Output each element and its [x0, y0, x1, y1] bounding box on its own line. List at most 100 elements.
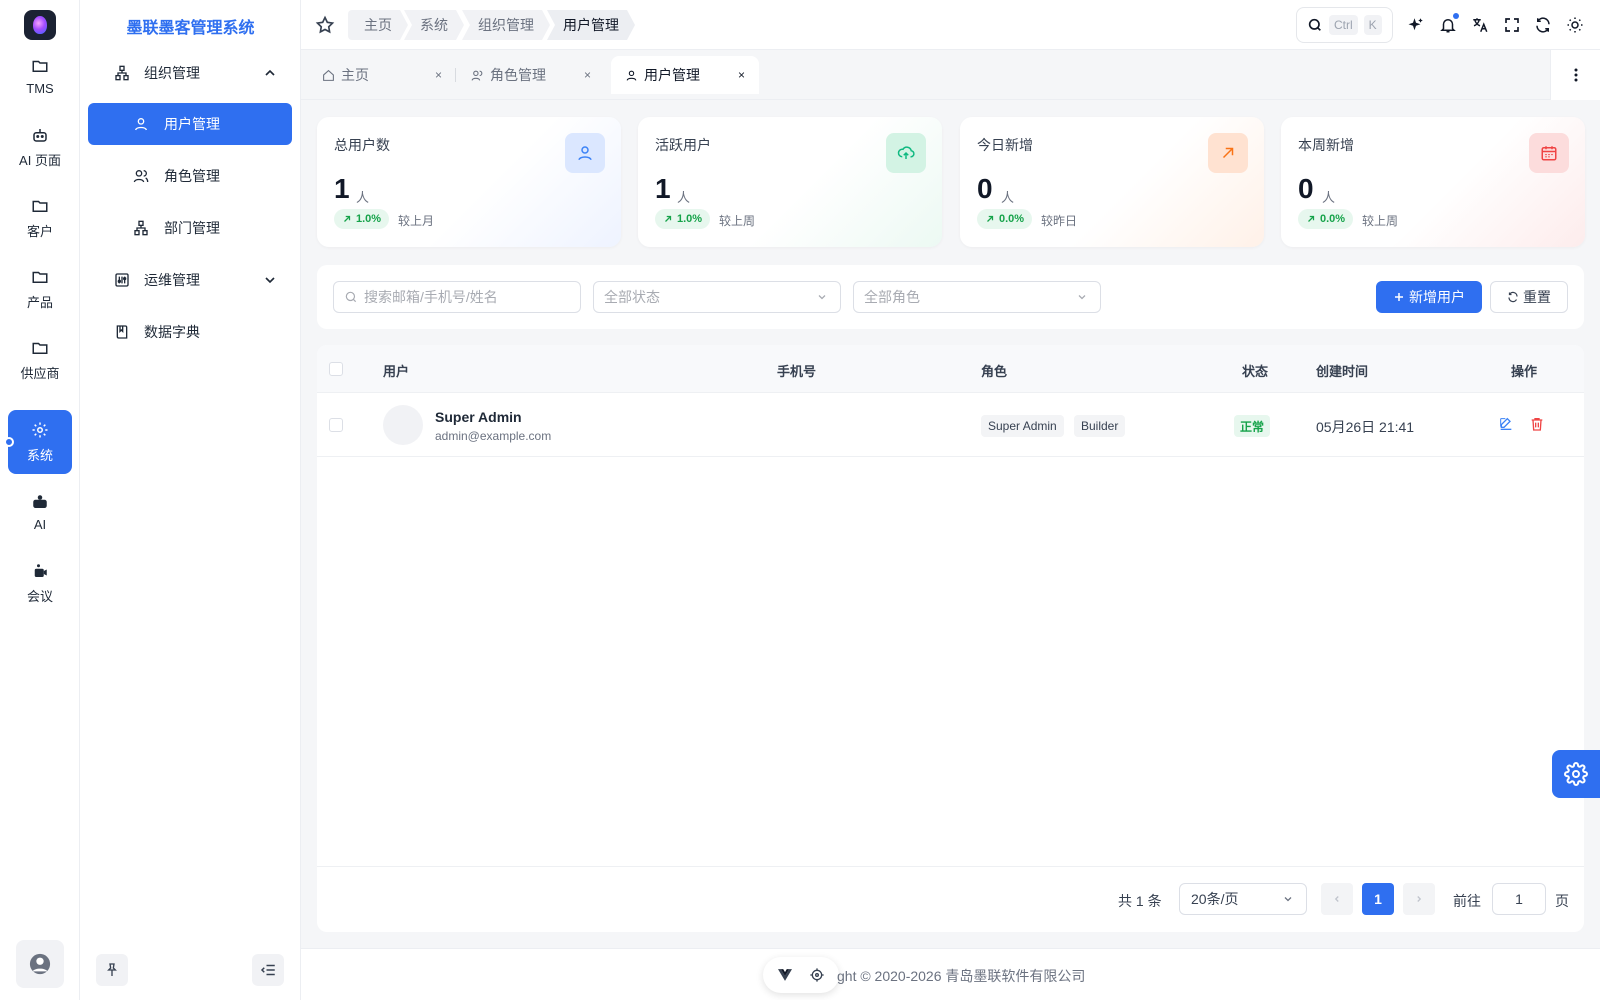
home-icon [323, 69, 334, 81]
stat-compare-label: 较昨日 [1041, 214, 1078, 228]
stat-change-badge: 0.0% [977, 209, 1033, 229]
breadcrumb-item[interactable]: 系统 [404, 10, 464, 40]
add-user-label: 新增用户 [1409, 289, 1465, 305]
rail-item-tms[interactable]: TMS [8, 44, 72, 108]
edit-button[interactable] [1498, 416, 1516, 434]
tab-user-management[interactable]: 用户管理 × [611, 56, 759, 94]
row-checkbox[interactable] [329, 418, 343, 432]
status-badge: 正常 [1234, 415, 1271, 437]
status-select[interactable]: 全部状态 [593, 281, 841, 313]
role-select[interactable]: 全部角色 [853, 281, 1101, 313]
ops-icon [115, 273, 129, 287]
menu-group-label: 组织管理 [144, 65, 200, 81]
prev-page-button[interactable] [1321, 883, 1353, 915]
menu-item-role-management[interactable]: 角色管理 [88, 155, 292, 197]
app-logo[interactable] [24, 10, 56, 40]
stat-change-value: 1.0% [677, 213, 703, 225]
pagination: 共 1 条 20条/页 1 前往 1 页 [317, 866, 1584, 932]
rail-item-supplier[interactable]: 供应商 [8, 328, 72, 392]
goto-page-input[interactable]: 1 [1492, 883, 1546, 915]
rail-item-ai[interactable]: AI [8, 480, 72, 544]
stat-value: 0 [1298, 173, 1314, 204]
page-suffix-label: 页 [1555, 893, 1569, 909]
stat-unit: 人 [1001, 190, 1015, 205]
column-header-status: 状态 [1242, 364, 1269, 379]
tab-home[interactable]: 主页 × [308, 56, 456, 94]
favorite-star-icon[interactable] [315, 15, 335, 35]
chevron-left-icon [1334, 896, 1339, 902]
language-button[interactable] [1471, 16, 1489, 34]
rail-item-label: 会议 [26, 588, 53, 604]
theme-toggle-button[interactable] [1566, 16, 1584, 34]
table-row: Super Admin admin@example.com Super Admi… [317, 393, 1584, 457]
page-number-button[interactable]: 1 [1362, 883, 1394, 915]
select-all-checkbox[interactable] [329, 362, 343, 376]
delete-button[interactable] [1529, 416, 1547, 434]
user-avatar-button[interactable] [16, 940, 64, 988]
fullscreen-icon [1505, 18, 1519, 32]
page-size-select[interactable]: 20条/页 [1179, 883, 1307, 915]
stat-change-badge: 1.0% [334, 209, 390, 229]
rail-item-meeting[interactable]: 会议 [8, 551, 72, 615]
tab-role-management[interactable]: 角色管理 × [457, 56, 605, 94]
rail-item-ai-page[interactable]: AI 页面 [8, 115, 72, 179]
rail-item-customer[interactable]: 客户 [8, 186, 72, 250]
settings-drawer-button[interactable] [1552, 750, 1600, 798]
stat-card-total-users: 总用户数 1 人 1.0% 较上月 [317, 117, 621, 247]
reset-button[interactable]: 重置 [1490, 281, 1568, 313]
rail-item-label: 产品 [26, 294, 53, 310]
add-user-button[interactable]: 新增用户 [1376, 281, 1482, 313]
copyright-text: ght © 2020-2026 青岛墨联软件有限公司 [837, 968, 1086, 984]
menu-group-org[interactable]: 组织管理 [88, 52, 292, 94]
crosshair-icon[interactable] [809, 967, 825, 983]
roles-icon [133, 170, 149, 183]
stat-title: 本周新增 [1298, 137, 1354, 153]
user-table-panel: 用户 手机号 角色 状态 创建时间 操作 Super Admin admin@e… [317, 345, 1584, 932]
user-email: admin@example.com [435, 429, 552, 443]
tab-close-icon[interactable]: × [435, 68, 442, 82]
notifications-button[interactable] [1439, 13, 1459, 34]
fullscreen-button[interactable] [1503, 16, 1521, 34]
rail-item-product[interactable]: 产品 [8, 257, 72, 321]
user-icon [578, 146, 592, 161]
search-input[interactable]: 搜索邮箱/手机号/姓名 [333, 281, 581, 313]
stat-change-badge: 0.0% [1298, 209, 1354, 229]
trend-up-icon [987, 215, 994, 222]
menu-group-ops[interactable]: 运维管理 [88, 259, 292, 301]
breadcrumb-item[interactable]: 主页 [348, 10, 408, 40]
next-page-button[interactable] [1403, 883, 1435, 915]
role-tag: Builder [1074, 415, 1126, 437]
tab-more-button[interactable] [1550, 50, 1600, 100]
stat-icon-box [886, 133, 926, 173]
breadcrumb-item[interactable]: 组织管理 [462, 10, 550, 40]
menu-item-department-management[interactable]: 部门管理 [88, 207, 292, 249]
notification-dot [1453, 13, 1459, 19]
rail-item-system[interactable]: 系统 [8, 410, 72, 474]
folder-icon [32, 60, 48, 72]
stat-title: 总用户数 [334, 137, 390, 153]
goto-label: 前往 [1453, 893, 1481, 909]
pin-icon [107, 963, 117, 976]
robot-filled-icon [33, 494, 47, 508]
refresh-icon [1536, 17, 1550, 33]
global-search-button[interactable]: Ctrl K [1296, 7, 1393, 43]
vue-logo-icon[interactable] [777, 969, 792, 981]
user-avatar-icon [29, 953, 51, 975]
tab-label: 主页 [341, 67, 369, 83]
pin-menu-button[interactable] [96, 954, 128, 986]
ai-sparkle-button[interactable] [1407, 16, 1425, 34]
chevron-up-icon [265, 69, 275, 76]
menu-item-user-management[interactable]: 用户管理 [88, 103, 292, 145]
sun-icon [1567, 17, 1583, 33]
stat-icon-box [1208, 133, 1248, 173]
department-icon [134, 220, 148, 236]
menu-item-data-dictionary[interactable]: 数据字典 [88, 311, 292, 353]
page-footer: ght © 2020-2026 青岛墨联软件有限公司 [301, 948, 1600, 1000]
tab-close-icon[interactable]: × [584, 68, 591, 82]
rail-item-label: 供应商 [20, 365, 60, 381]
refresh-button[interactable] [1534, 16, 1552, 34]
shortcut-key: K [1363, 15, 1382, 35]
collapse-menu-button[interactable] [252, 954, 284, 986]
avatar [383, 405, 423, 445]
tab-close-icon[interactable]: × [738, 68, 745, 82]
